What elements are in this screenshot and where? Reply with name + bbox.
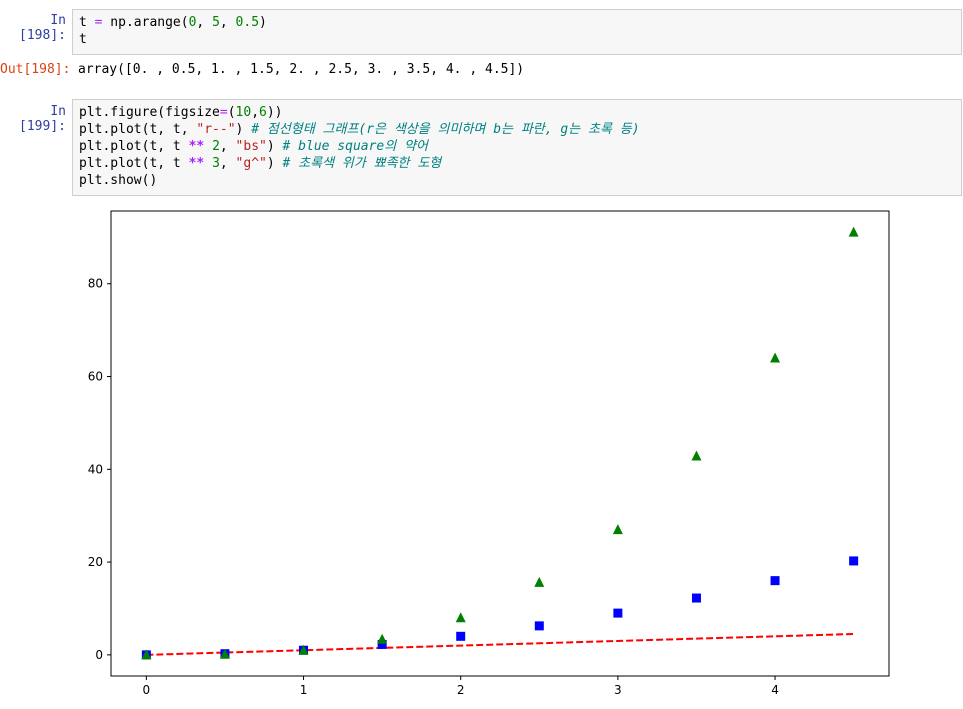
- y-tick-label: 60: [88, 370, 103, 384]
- code-token: plt.show(): [79, 173, 158, 188]
- code-token: plt.plot(t, t,: [79, 122, 197, 137]
- output-text-198: array([0. , 0.5, 1. , 1.5, 2. , 2.5, 3. …: [78, 62, 525, 77]
- code-token: **: [188, 156, 205, 171]
- code-token: t: [79, 15, 95, 30]
- code-token: plt.plot(t, t: [79, 156, 189, 171]
- blue-square-point: [534, 621, 544, 631]
- y-tick-label: 0: [95, 648, 103, 662]
- code-token: ,: [251, 105, 260, 120]
- code-token: "g^": [235, 156, 267, 171]
- code-token: =: [219, 105, 228, 120]
- blue-square-point: [691, 593, 701, 603]
- code-line: t = np.arange(0, 5, 0.5): [79, 14, 955, 31]
- code-token: ,: [219, 156, 236, 171]
- code-cell-198[interactable]: t = np.arange(0, 5, 0.5) t: [72, 9, 962, 55]
- plot-area: [110, 210, 890, 677]
- blue-square-point: [613, 608, 623, 618]
- code-token: 5: [212, 15, 220, 30]
- output-prompt-198: Out[198]:: [0, 62, 71, 77]
- code-token: ): [266, 139, 283, 154]
- code-token: ,: [219, 139, 236, 154]
- code-token: ): [235, 122, 252, 137]
- y-tick-label: 40: [88, 462, 103, 476]
- y-tick-label: 80: [88, 277, 103, 291]
- x-tick-label: 1: [300, 683, 308, 697]
- x-tick-label: 4: [771, 683, 779, 697]
- input-prompt-198: In [198]:: [19, 13, 66, 43]
- code-token: 2: [212, 139, 220, 154]
- code-token: )): [266, 105, 283, 120]
- code-token: # 초록색 위가 뾰족한 도형: [282, 156, 442, 171]
- code-line: t: [79, 31, 955, 48]
- blue-square-point: [849, 556, 859, 566]
- code-token: plt.figure(figsize: [79, 105, 220, 120]
- code-line: plt.show(): [79, 172, 955, 189]
- code-line: plt.figure(figsize=(10,6)): [79, 104, 955, 121]
- code-token: plt.plot(t, t: [79, 139, 189, 154]
- blue-square-point: [456, 631, 466, 641]
- x-tick-label: 0: [143, 683, 151, 697]
- code-token: ,: [196, 15, 213, 30]
- code-line: plt.plot(t, t, "r--") # 점선형태 그래프(r은 색상을 …: [79, 121, 955, 138]
- code-token: 10: [235, 105, 252, 120]
- input-prompt-199: In [199]:: [19, 104, 66, 134]
- code-token: ,: [219, 15, 236, 30]
- blue-square-point: [770, 576, 780, 586]
- code-token: np.arange(: [102, 15, 189, 30]
- code-line: plt.plot(t, t ** 2, "bs") # blue square의…: [79, 138, 955, 155]
- code-token: 6: [259, 105, 267, 120]
- x-tick-label: 3: [614, 683, 622, 697]
- code-token: ): [259, 15, 267, 30]
- x-tick-label: 2: [457, 683, 465, 697]
- code-token: **: [188, 139, 205, 154]
- code-token: t: [79, 32, 87, 47]
- code-token: 0.5: [235, 15, 260, 30]
- y-tick-label: 20: [88, 555, 103, 569]
- code-token: # blue square의 약어: [282, 139, 428, 154]
- code-line: plt.plot(t, t ** 3, "g^") # 초록색 위가 뾰족한 도…: [79, 155, 955, 172]
- code-token: 3: [212, 156, 220, 171]
- code-token: "r--": [196, 122, 236, 137]
- code-cell-199[interactable]: plt.figure(figsize=(10,6)) plt.plot(t, t,…: [72, 99, 962, 196]
- code-token: ): [266, 156, 283, 171]
- code-token: # 점선형태 그래프(r은 색상을 의미하며 b는 파란, g는 초록 등): [251, 122, 640, 137]
- plot-figure: 0 1 2 3 4020406080: [88, 210, 890, 697]
- code-token: (: [227, 105, 236, 120]
- code-token: "bs": [235, 139, 267, 154]
